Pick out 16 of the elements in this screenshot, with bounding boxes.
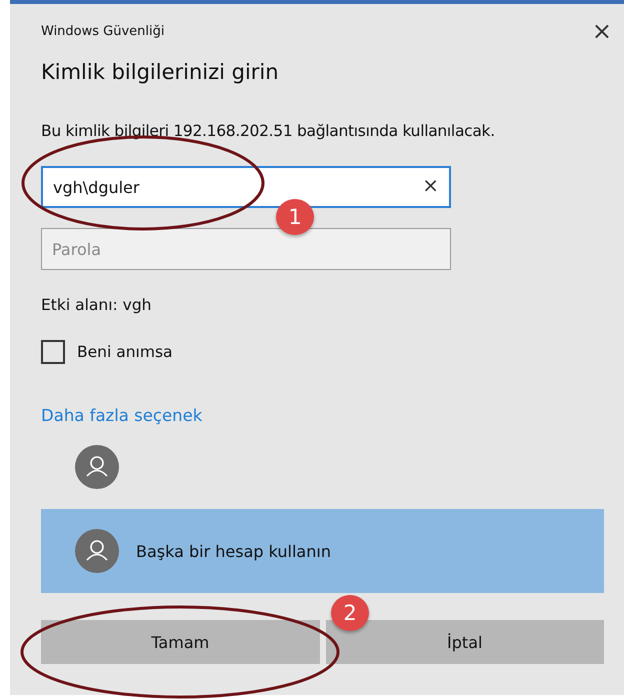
password-field[interactable]: Parola (41, 228, 451, 270)
window-title: Windows Güvenliği (41, 24, 164, 38)
description-text: Bu kimlik bilgileri 192.168.202.51 bağlantısında kullanılacak. (41, 122, 496, 140)
domain-text: Etki alanı: vgh (41, 296, 152, 314)
user-icon (75, 529, 119, 573)
dialog-button[interactable]: İptal (326, 620, 604, 664)
close-button[interactable]: × (592, 19, 612, 43)
clear-button[interactable]: × (422, 175, 439, 195)
annotation-badge: 2 (331, 595, 369, 631)
dialog-heading: Kimlik bilgilerinizi girin (41, 60, 280, 86)
user-icon (75, 445, 119, 489)
account-item[interactable]: Başka bir hesap kullanın (41, 509, 604, 593)
checkbox-label: Beni anımsa (77, 343, 173, 361)
checkbox[interactable] (41, 340, 65, 364)
account-label: Başka bir hesap kullanın (136, 542, 331, 560)
dialog-button[interactable]: Tamam (41, 620, 320, 664)
